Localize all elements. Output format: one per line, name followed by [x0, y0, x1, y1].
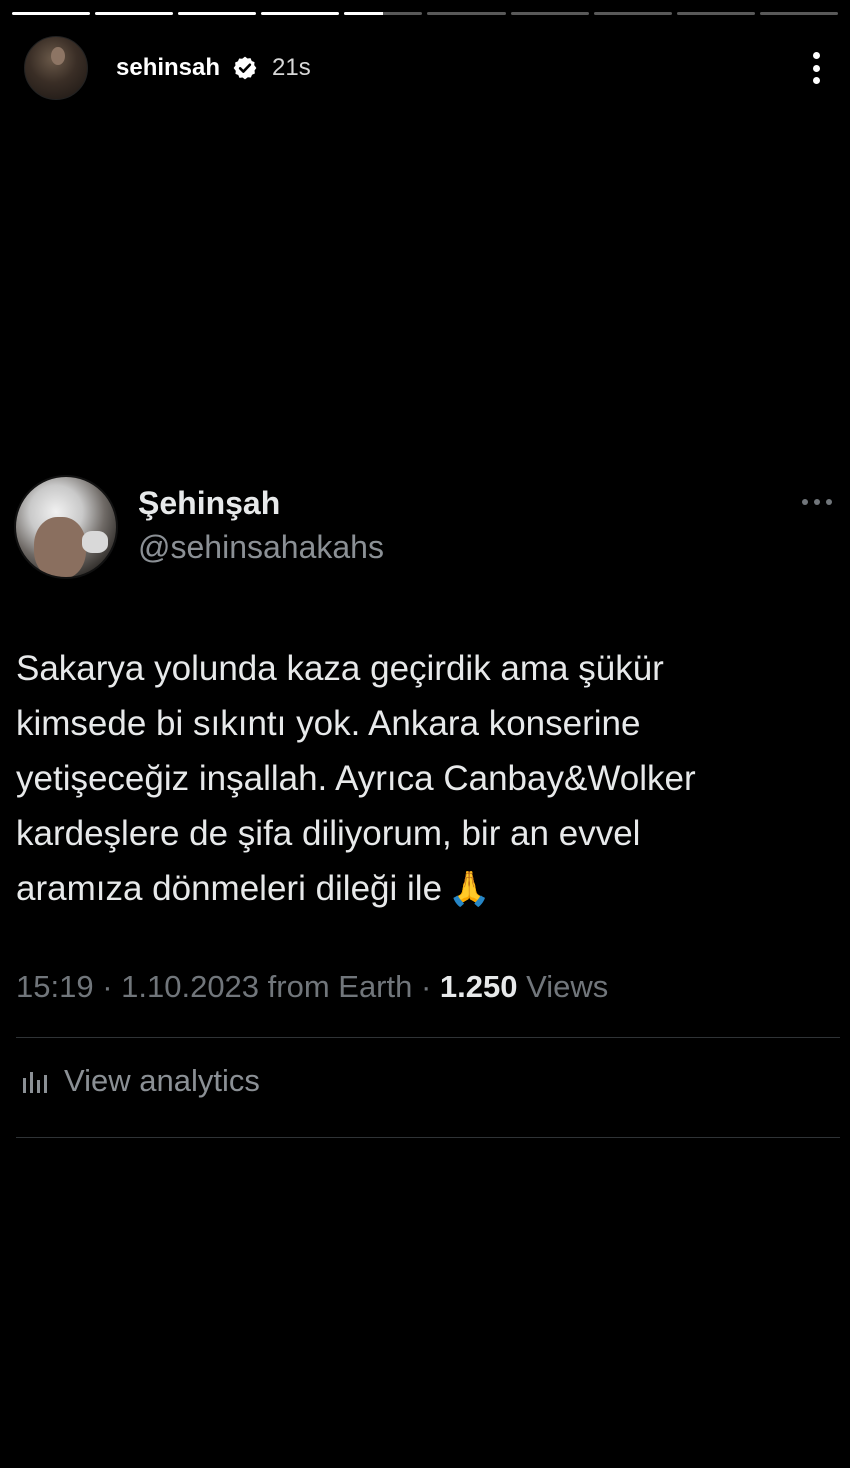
progress-segment: [510, 12, 589, 15]
tweet-more-icon[interactable]: [802, 499, 832, 505]
more-options-icon[interactable]: [806, 48, 826, 88]
tweet-text-content: Sakarya yolunda kaza geçirdik ama şükür …: [16, 649, 696, 908]
tweet-avatar[interactable]: [14, 475, 118, 579]
divider: [16, 1137, 840, 1138]
progress-segment: [427, 12, 506, 15]
tweet-card: Şehinşah @sehinsahakahs Sakarya yolunda …: [0, 465, 850, 1159]
progress-segment: [676, 12, 755, 15]
progress-segment: [593, 12, 672, 15]
view-analytics-label: View analytics: [64, 1063, 260, 1098]
folded-hands-emoji: 🙏: [448, 869, 491, 909]
story-header: sehinsah 21s: [24, 34, 826, 102]
progress-segment: [12, 12, 91, 15]
views-label: Views: [517, 969, 609, 1004]
view-analytics-button[interactable]: View analytics: [20, 1063, 260, 1099]
verified-badge-icon: [232, 55, 258, 81]
progress-segment: [261, 12, 340, 15]
tweet-meta: 15:19 · 1.10.2023 from Earth · 1.250 Vie…: [16, 969, 608, 1005]
tweet-text: Sakarya yolunda kaza geçirdik ama şükür …: [16, 641, 816, 917]
progress-segment: [95, 12, 174, 15]
progress-segment: [344, 12, 423, 15]
progress-segment: [178, 12, 257, 15]
analytics-icon: [23, 1072, 47, 1093]
tweet-handle[interactable]: @sehinsahakahs: [138, 529, 384, 566]
tweet-display-name[interactable]: Şehinşah: [138, 485, 280, 522]
story-avatar[interactable]: [24, 36, 88, 100]
story-username[interactable]: sehinsah: [116, 54, 220, 82]
story-time: 21s: [272, 54, 311, 81]
views-count: 1.250: [439, 969, 518, 1004]
story-progress-bar: [12, 12, 838, 16]
progress-segment: [759, 12, 838, 15]
tweet-timestamp: 15:19 · 1.10.2023 from Earth ·: [16, 969, 440, 1004]
divider: [16, 1037, 840, 1038]
